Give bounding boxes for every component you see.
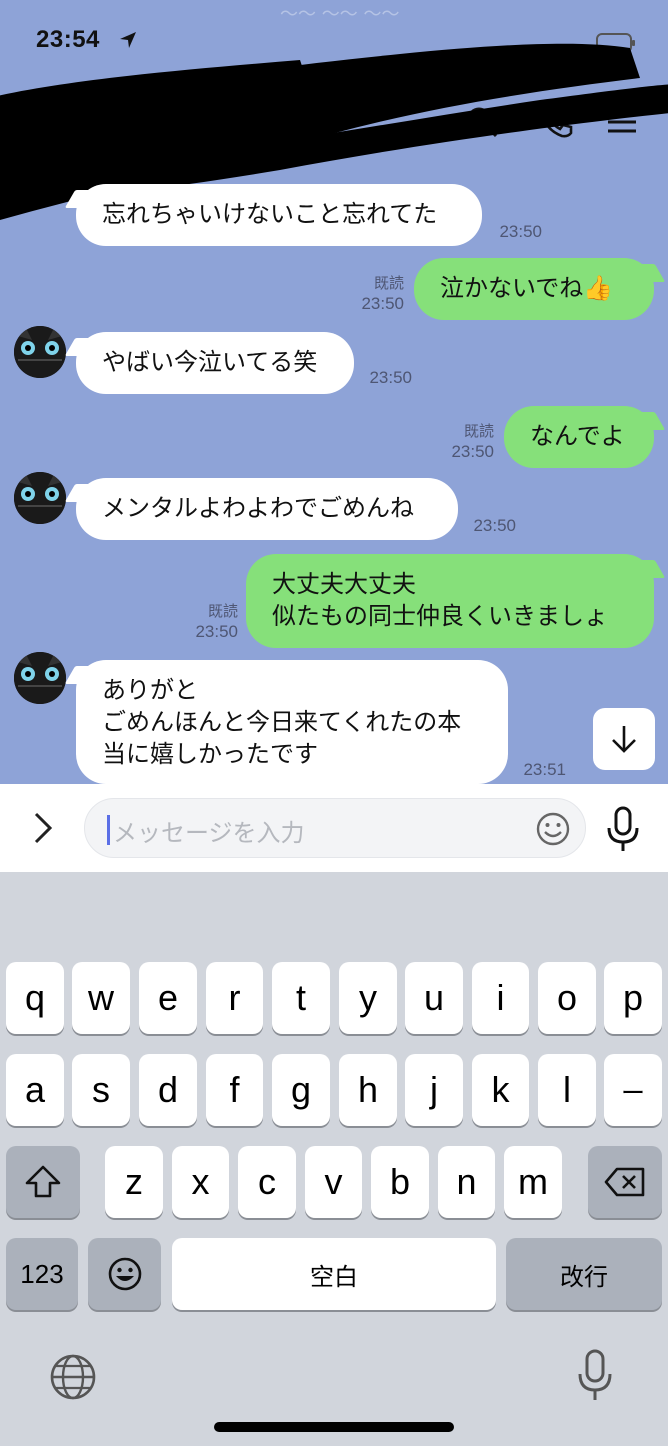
message-time: 23:51 xyxy=(523,760,566,779)
message-bubble-incoming[interactable]: 忘れちゃいけないこと忘れてた xyxy=(76,184,482,246)
key-e[interactable]: e xyxy=(139,962,197,1034)
key-c[interactable]: c xyxy=(238,1146,296,1218)
backspace-icon xyxy=(604,1167,645,1197)
chat-area: ～～ ～～ ～～ 23:54 忘れちゃいけないこと忘れてた 23:50 既読 2… xyxy=(0,0,668,784)
key-w[interactable]: w xyxy=(72,962,130,1034)
message-bubble-incoming[interactable]: ありがと ごめんほんと今日来てくれたの本 当に嬉しかったです xyxy=(76,660,508,784)
key-u[interactable]: u xyxy=(405,962,463,1034)
key-n[interactable]: n xyxy=(438,1146,495,1218)
space-key[interactable]: 空白 xyxy=(172,1238,496,1310)
key-z[interactable]: z xyxy=(105,1146,163,1218)
message-bubble-incoming[interactable]: やばい今泣いてる笑 xyxy=(76,332,354,394)
home-indicator xyxy=(214,1422,454,1432)
key-l[interactable]: l xyxy=(538,1054,596,1126)
dictation-mic-icon[interactable] xyxy=(576,1348,614,1404)
chevron-right-icon[interactable] xyxy=(26,808,58,848)
key-o[interactable]: o xyxy=(538,962,596,1034)
message-meta: 既読 23:50 xyxy=(180,602,238,642)
message-bubble-outgoing[interactable]: 大丈夫大丈夫 似たもの同士仲良くいきましょ xyxy=(246,554,654,648)
key-j[interactable]: j xyxy=(405,1054,463,1126)
microphone-icon[interactable] xyxy=(604,804,642,854)
backspace-key[interactable] xyxy=(588,1146,662,1218)
key-a[interactable]: a xyxy=(6,1054,64,1126)
cat-avatar-icon xyxy=(14,326,66,378)
key-x[interactable]: x xyxy=(172,1146,229,1218)
message-time: 23:50 xyxy=(361,294,404,313)
avatar[interactable] xyxy=(14,652,66,704)
key-p[interactable]: p xyxy=(604,962,662,1034)
key-r[interactable]: r xyxy=(206,962,263,1034)
message-time: 23:50 xyxy=(499,222,542,241)
key-s[interactable]: s xyxy=(72,1054,130,1126)
keyboard: q w e r t y u i o p a s d f g h j k l ー … xyxy=(0,872,668,1446)
shift-icon xyxy=(25,1165,61,1198)
key-v[interactable]: v xyxy=(305,1146,362,1218)
message-time: 23:50 xyxy=(473,516,516,535)
globe-icon[interactable] xyxy=(48,1352,98,1402)
return-key[interactable]: 改行 xyxy=(506,1238,662,1310)
read-receipt: 既読 xyxy=(463,423,494,440)
message-meta: 既読 23:50 xyxy=(346,274,404,314)
key-y[interactable]: y xyxy=(339,962,397,1034)
avatar[interactable] xyxy=(14,326,66,378)
message-meta: 23:50 xyxy=(488,222,542,242)
message-meta: 既読 23:50 xyxy=(436,422,494,462)
key-m[interactable]: m xyxy=(504,1146,562,1218)
message-input-bar: メッセージを入力 xyxy=(0,784,668,872)
emoji-key[interactable] xyxy=(88,1238,161,1310)
message-bubble-outgoing[interactable]: なんでよ xyxy=(504,406,654,468)
key-g[interactable]: g xyxy=(272,1054,330,1126)
avatar[interactable] xyxy=(14,472,66,524)
message-time: 23:50 xyxy=(195,622,238,641)
message-meta: 23:50 xyxy=(462,516,516,536)
read-receipt: 既読 xyxy=(207,603,238,620)
key-b[interactable]: b xyxy=(371,1146,429,1218)
key-long-vowel[interactable]: ー xyxy=(604,1054,662,1126)
text-caret xyxy=(107,815,110,845)
emoji-keyboard-icon xyxy=(108,1257,141,1291)
arrow-down-icon xyxy=(612,726,636,753)
message-time: 23:50 xyxy=(451,442,494,461)
key-i[interactable]: i xyxy=(472,962,529,1034)
key-q[interactable]: q xyxy=(6,962,64,1034)
message-bubble-incoming[interactable]: メンタルよわよわでごめんね xyxy=(76,478,458,540)
cat-avatar-icon xyxy=(14,652,66,704)
read-receipt: 既読 xyxy=(373,275,404,292)
emoji-icon[interactable] xyxy=(535,811,571,847)
message-time: 23:50 xyxy=(369,368,412,387)
scroll-to-bottom-button[interactable] xyxy=(593,708,655,770)
cat-avatar-icon xyxy=(14,472,66,524)
numbers-key[interactable]: 123 xyxy=(6,1238,78,1310)
key-f[interactable]: f xyxy=(206,1054,263,1126)
shift-key[interactable] xyxy=(6,1146,80,1218)
message-meta: 23:50 xyxy=(358,368,412,388)
key-d[interactable]: d xyxy=(139,1054,197,1126)
key-t[interactable]: t xyxy=(272,962,330,1034)
key-k[interactable]: k xyxy=(472,1054,529,1126)
message-bubble-outgoing[interactable]: 泣かないでね👍 xyxy=(414,258,654,320)
message-input[interactable]: メッセージを入力 xyxy=(84,798,586,858)
message-input-placeholder: メッセージを入力 xyxy=(113,819,305,847)
message-meta: 23:51 xyxy=(512,760,566,780)
key-h[interactable]: h xyxy=(339,1054,397,1126)
